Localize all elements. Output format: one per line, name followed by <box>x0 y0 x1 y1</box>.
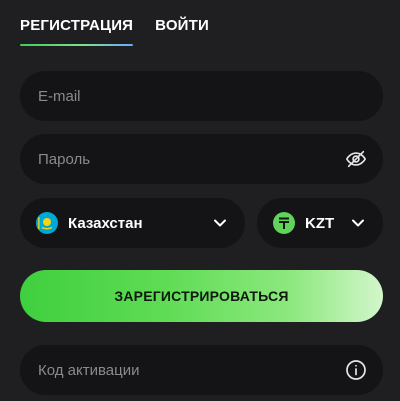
activation-code-field-wrapper <box>20 345 383 395</box>
activation-code-field[interactable] <box>20 345 383 395</box>
currency-value: KZT <box>305 214 335 232</box>
kazakhstan-flag-icon <box>36 212 58 234</box>
eye-off-icon[interactable] <box>345 148 367 170</box>
tab-registration[interactable]: РЕГИСТРАЦИЯ <box>20 16 134 48</box>
email-field-wrapper <box>20 71 383 121</box>
tenge-icon <box>273 212 295 234</box>
email-field[interactable] <box>20 71 383 121</box>
chevron-down-icon <box>351 216 365 230</box>
password-field-wrapper <box>20 134 383 184</box>
currency-select[interactable]: KZT <box>257 198 383 248</box>
auth-tabs: РЕГИСТРАЦИЯ ВОЙТИ <box>20 16 209 48</box>
register-button[interactable]: ЗАРЕГИСТРИРОВАТЬСЯ <box>20 270 383 322</box>
password-field[interactable] <box>20 134 383 184</box>
chevron-down-icon <box>213 216 227 230</box>
country-value: Казахстан <box>68 214 143 232</box>
tab-login[interactable]: ВОЙТИ <box>155 16 209 48</box>
info-icon[interactable] <box>345 359 367 381</box>
registration-panel: РЕГИСТРАЦИЯ ВОЙТИ Казахстан <box>0 0 400 401</box>
country-select[interactable]: Казахстан <box>20 198 245 248</box>
